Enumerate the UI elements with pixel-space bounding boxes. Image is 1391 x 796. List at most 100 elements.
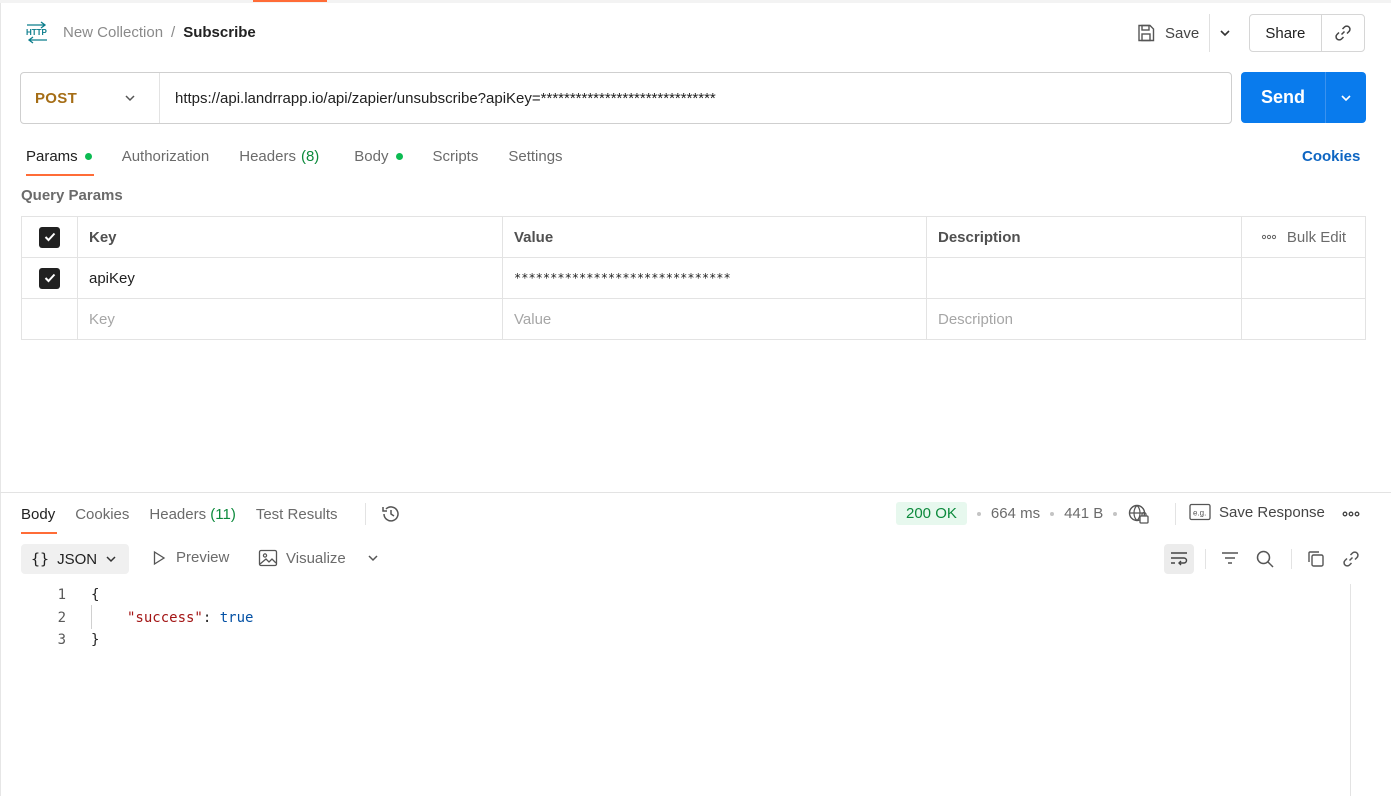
chevron-down-icon[interactable] — [366, 551, 380, 565]
chevron-down-icon — [106, 556, 116, 563]
column-header-description: Description — [927, 217, 1242, 257]
breadcrumb-collection[interactable]: New Collection — [63, 24, 163, 41]
search-icon[interactable] — [1255, 549, 1275, 569]
method-label: POST — [35, 89, 78, 107]
tab-response-cookies[interactable]: Cookies — [75, 506, 129, 523]
save-options-button[interactable] — [1209, 14, 1239, 52]
tab-headers[interactable]: Headers (8) — [239, 148, 319, 165]
visualize-label: Visualize — [286, 549, 346, 567]
pane-resize-divider[interactable] — [0, 492, 1391, 493]
status-dot — [395, 152, 403, 160]
send-group: Send — [1241, 72, 1366, 123]
preview-label: Preview — [176, 549, 230, 566]
json-value: true — [219, 610, 254, 626]
separator — [1291, 549, 1292, 569]
wrap-lines-button[interactable] — [1164, 544, 1194, 574]
editor-scrollbar[interactable] — [1350, 584, 1351, 796]
svg-text:HTTP: HTTP — [26, 28, 48, 37]
response-format-select[interactable]: {} JSON — [21, 544, 129, 574]
url-bar: POST https://api.landrrapp.io/api/zapier… — [20, 72, 1232, 124]
response-tabs: Body Cookies Headers (11) Test Results — [21, 504, 358, 524]
history-icon[interactable] — [380, 503, 402, 525]
tab-test-results[interactable]: Test Results — [256, 506, 338, 523]
send-options-button[interactable] — [1325, 72, 1366, 123]
table-row: apiKey ****************************** — [22, 258, 1365, 299]
tab-params[interactable]: Params — [26, 148, 92, 165]
active-tab-underline — [21, 532, 57, 534]
chevron-down-icon — [1341, 94, 1351, 101]
response-headers-count: (11) — [210, 505, 236, 523]
separator — [1175, 503, 1176, 525]
row-checkbox-cell — [22, 258, 78, 298]
tab-label: Authorization — [121, 147, 210, 165]
check-icon — [44, 232, 55, 242]
bulk-edit-button[interactable]: Bulk Edit — [1242, 217, 1365, 257]
svg-text:e.g.: e.g. — [1193, 509, 1206, 518]
copy-icon[interactable] — [1306, 549, 1326, 569]
tab-authorization[interactable]: Authorization — [122, 148, 210, 165]
indent-guide — [91, 605, 92, 629]
save-group: Save — [1130, 14, 1239, 52]
method-select[interactable]: POST — [21, 73, 160, 123]
chevron-down-icon — [125, 95, 135, 102]
more-options-icon[interactable] — [1341, 506, 1361, 522]
send-button[interactable]: Send — [1241, 87, 1325, 108]
link-icon[interactable] — [1341, 549, 1361, 569]
param-value-input[interactable]: ****************************** — [503, 258, 927, 298]
row-checkbox[interactable] — [39, 267, 60, 289]
active-tab-indicator — [253, 0, 327, 2]
tab-label: Headers — [239, 147, 296, 165]
play-icon — [153, 550, 166, 565]
tab-response-body[interactable]: Body — [21, 506, 55, 523]
breadcrumb-separator: / — [171, 24, 176, 41]
new-description-input[interactable]: Description — [927, 299, 1242, 340]
top-tab-strip — [0, 0, 1391, 3]
code-text: { — [91, 587, 100, 603]
save-button[interactable]: Save — [1130, 14, 1209, 52]
preview-button[interactable]: Preview — [151, 549, 229, 566]
response-size[interactable]: 441 B — [1064, 505, 1103, 522]
request-name[interactable]: Subscribe — [183, 24, 256, 41]
chevron-down-icon — [1220, 30, 1230, 37]
param-key-input[interactable]: apiKey — [78, 258, 503, 298]
network-globe-icon[interactable] — [1127, 503, 1149, 525]
left-border — [0, 3, 1, 796]
new-key-input[interactable]: Key — [78, 299, 503, 340]
check-icon — [44, 273, 55, 283]
row-actions-cell — [1242, 258, 1365, 298]
visualize-button[interactable]: Visualize — [258, 549, 346, 567]
response-status: 200 OK 664 ms 441 B — [896, 501, 1149, 526]
tab-settings[interactable]: Settings — [508, 148, 562, 165]
braces-icon: {} — [31, 550, 50, 568]
tab-scripts[interactable]: Scripts — [433, 148, 479, 165]
separator-dot — [976, 511, 981, 516]
more-horizontal-icon — [1261, 234, 1276, 240]
share-button[interactable]: Share — [1250, 25, 1321, 42]
copy-link-button[interactable] — [1320, 15, 1364, 51]
param-description-input[interactable] — [927, 258, 1242, 298]
line-number: 3 — [57, 632, 66, 648]
filter-icon[interactable] — [1220, 549, 1240, 569]
breadcrumb: New Collection / Subscribe — [63, 24, 256, 41]
cookies-link[interactable]: Cookies — [1302, 148, 1360, 165]
query-params-table: Key Value Description Bulk Edit apiKey *… — [21, 216, 1366, 340]
select-all-checkbox[interactable] — [39, 226, 60, 248]
tab-label: Body — [354, 147, 389, 165]
row-checkbox-cell — [22, 299, 78, 340]
column-header-value: Value — [503, 217, 927, 257]
tab-body[interactable]: Body — [354, 147, 403, 165]
column-header-key: Key — [78, 217, 503, 257]
save-response-button[interactable]: e.g. Save Response — [1189, 503, 1325, 521]
tab-response-headers[interactable]: Headers (11) — [149, 506, 235, 523]
format-label: JSON — [57, 550, 98, 568]
tab-label: Headers — [149, 505, 207, 523]
url-input[interactable]: https://api.landrrapp.io/api/zapier/unsu… — [160, 90, 716, 107]
status-badge[interactable]: 200 OK — [896, 502, 967, 525]
bulk-edit-label: Bulk Edit — [1286, 228, 1347, 246]
response-time[interactable]: 664 ms — [991, 505, 1040, 522]
image-icon — [258, 549, 278, 567]
new-value-input[interactable]: Value — [503, 299, 927, 340]
separator-dot — [1113, 511, 1118, 516]
line-number: 1 — [57, 587, 66, 603]
json-colon: : — [202, 610, 220, 626]
